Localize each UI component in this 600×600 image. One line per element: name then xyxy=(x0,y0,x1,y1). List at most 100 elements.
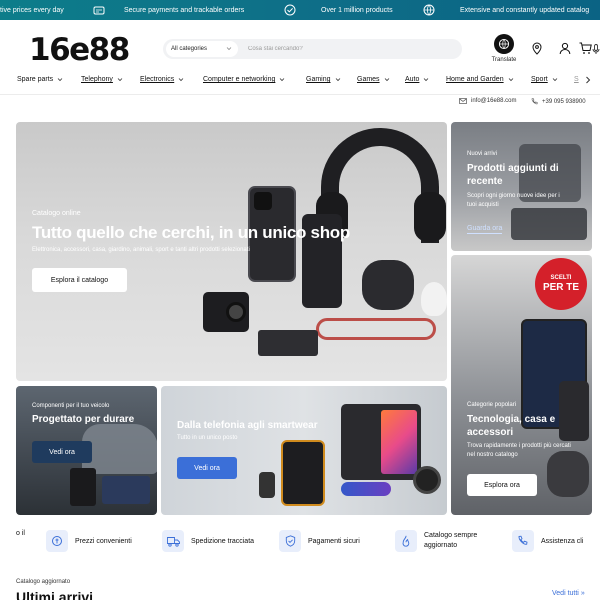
smart-speaker-image xyxy=(362,260,414,310)
nav-item-telephony[interactable]: Telephony xyxy=(81,76,123,83)
nav-item-electronics[interactable]: Electronics xyxy=(140,76,184,83)
nav-label: Gaming xyxy=(306,76,331,83)
mail-icon xyxy=(459,98,467,104)
phone-subtitle: Tutto in un unico posto xyxy=(177,435,238,441)
hero-subtitle: Elettronica, accessori, casa, giardino, … xyxy=(32,247,250,253)
nav-item-home-garden[interactable]: Home and Garden xyxy=(446,76,514,83)
translate-icon xyxy=(494,34,514,54)
tech-kicker: Categorie popolari xyxy=(467,402,517,408)
feature-payments: Pagamenti sicuri xyxy=(279,530,360,552)
hero-kicker: Catalogo online xyxy=(32,210,81,217)
contact-phone-text: +39 095 938900 xyxy=(542,98,586,105)
chevron-down-icon xyxy=(280,78,285,82)
popular-categories-banner[interactable]: SCELTI PER TE Categorie popolari Tecnolo… xyxy=(451,255,592,515)
contact-email-text: info@16e88.com xyxy=(471,98,517,104)
nav-label: S xyxy=(574,76,579,83)
translate-label: Translate xyxy=(491,57,517,63)
new-arrivals-title: Prodotti aggiunti di recente xyxy=(467,163,559,187)
double-chevron-right-icon: » xyxy=(580,590,585,597)
components-image xyxy=(258,330,318,356)
feature-shipping: Spedizione tracciata xyxy=(162,530,254,552)
explore-catalog-button[interactable]: Esplora il catalogo xyxy=(32,268,127,292)
user-account-icon[interactable] xyxy=(559,42,571,55)
feature-label: Catalogo sempre aggiornato xyxy=(424,532,478,549)
foldable-phone-screen-image xyxy=(381,410,417,474)
rugged-phone-image xyxy=(281,440,325,506)
feature-catalog: Catalogo sempre aggiornato xyxy=(395,530,494,552)
view-all-label: Vedi tutti xyxy=(552,590,579,597)
chevron-down-icon xyxy=(508,78,513,82)
hero-banner-main[interactable]: Catalogo online Tutto quello che cerchi,… xyxy=(16,122,447,381)
catalog-kicker: Catalogo aggiornato xyxy=(16,579,71,585)
phone-support-icon xyxy=(512,530,534,552)
chevron-right-icon[interactable] xyxy=(585,76,591,84)
promo-bar: tive prices every day Secure payments an… xyxy=(0,0,600,20)
tool-kit-image xyxy=(102,476,150,504)
phone-icon xyxy=(531,98,538,105)
chevron-down-icon xyxy=(178,78,184,82)
badge-bottom-text: PER TE xyxy=(542,282,580,293)
nav-item-more[interactable]: S xyxy=(574,76,579,83)
new-arrivals-banner[interactable]: Nuovi arrivi Prodotti aggiunti di recent… xyxy=(451,122,592,251)
action-camera-lens-image xyxy=(226,302,246,322)
contact-email[interactable]: info@16e88.com xyxy=(459,98,516,104)
location-pin-icon[interactable] xyxy=(531,42,543,55)
nav-divider xyxy=(0,94,600,95)
promo-text: Secure payments and trackable orders xyxy=(124,6,245,14)
hero-title: Tutto quello che cerchi, in un unico sho… xyxy=(32,223,350,242)
contact-phone[interactable]: +39 095 938900 xyxy=(531,98,586,105)
vehicle-components-banner[interactable]: Componenti per il tuo veicolo Progettato… xyxy=(16,386,157,515)
explore-now-button[interactable]: Esplora ora xyxy=(467,474,537,496)
promo-item-catalog: Extensive and constantly updated catalog xyxy=(423,0,589,20)
price-cycle-icon xyxy=(46,530,68,552)
nav-item-gaming[interactable]: Gaming xyxy=(306,76,341,83)
picked-for-you-badge: SCELTI PER TE xyxy=(535,258,587,310)
feature-label: Assistenza cli xyxy=(541,537,584,545)
search-bar: All categories xyxy=(163,39,600,59)
phone-view-now-button[interactable]: Vedi ora xyxy=(177,457,237,479)
translate-button[interactable]: Translate xyxy=(489,34,519,63)
cart-icon[interactable] xyxy=(579,42,592,55)
flame-icon xyxy=(395,530,417,552)
site-logo[interactable]: 16e88 xyxy=(29,32,130,68)
nav-item-games[interactable]: Games xyxy=(357,76,390,83)
smartwatch-image xyxy=(259,472,275,498)
chevron-down-icon xyxy=(335,78,340,82)
promo-item-secure: Secure payments and trackable orders xyxy=(93,0,244,20)
feature-prices: Prezzi convenienti xyxy=(46,530,132,552)
tech-title: Tecnologia, casa e accessori xyxy=(467,414,556,438)
view-all-link[interactable]: Vedi tutti » xyxy=(552,590,585,597)
checkmark-badge-icon xyxy=(284,4,296,16)
feature-label: Pagamenti sicuri xyxy=(308,537,360,545)
chevron-down-icon xyxy=(226,47,232,51)
new-arrivals-kicker: Nuovi arrivi xyxy=(467,151,498,157)
feature-label: Spedizione tracciata xyxy=(191,537,255,545)
light-bulb-image xyxy=(421,282,447,316)
car-view-now-button[interactable]: Vedi ora xyxy=(32,441,92,463)
feature-partial: o il xyxy=(16,530,25,537)
watch-now-link[interactable]: Guarda ora xyxy=(467,225,503,234)
promo-item-products: Over 1 million products xyxy=(284,0,393,20)
sunglasses-image xyxy=(341,482,391,496)
chevron-down-icon xyxy=(117,78,123,82)
nav-label: Computer e networking xyxy=(203,76,276,83)
microphone-icon[interactable] xyxy=(592,44,600,55)
nav-label: Sport xyxy=(531,76,548,83)
nav-item-sport[interactable]: Sport xyxy=(531,76,558,83)
new-arrivals-subtitle: Scopri ogni giorno nuove idee per i tuoi… xyxy=(467,193,560,208)
chevron-down-icon xyxy=(384,78,389,82)
chevron-down-icon xyxy=(552,78,558,82)
telephony-smartwear-banner[interactable]: Dalla telefonia agli smartwear Tutto in … xyxy=(161,386,447,515)
globe-icon xyxy=(423,4,435,16)
chevron-down-icon xyxy=(57,78,63,82)
headphone-cup-image xyxy=(414,192,446,242)
feature-label: Prezzi convenienti xyxy=(75,537,132,545)
nav-item-auto[interactable]: Auto xyxy=(405,76,429,83)
nav-item-computer-networking[interactable]: Computer e networking xyxy=(203,76,285,83)
search-input[interactable] xyxy=(248,46,418,52)
category-select[interactable]: All categories xyxy=(166,41,238,57)
smartwatch-image xyxy=(413,466,441,494)
car-title: Progettato per durare xyxy=(32,414,135,425)
car-image xyxy=(82,424,157,474)
nav-item-spare-parts[interactable]: Spare parts xyxy=(17,76,63,83)
